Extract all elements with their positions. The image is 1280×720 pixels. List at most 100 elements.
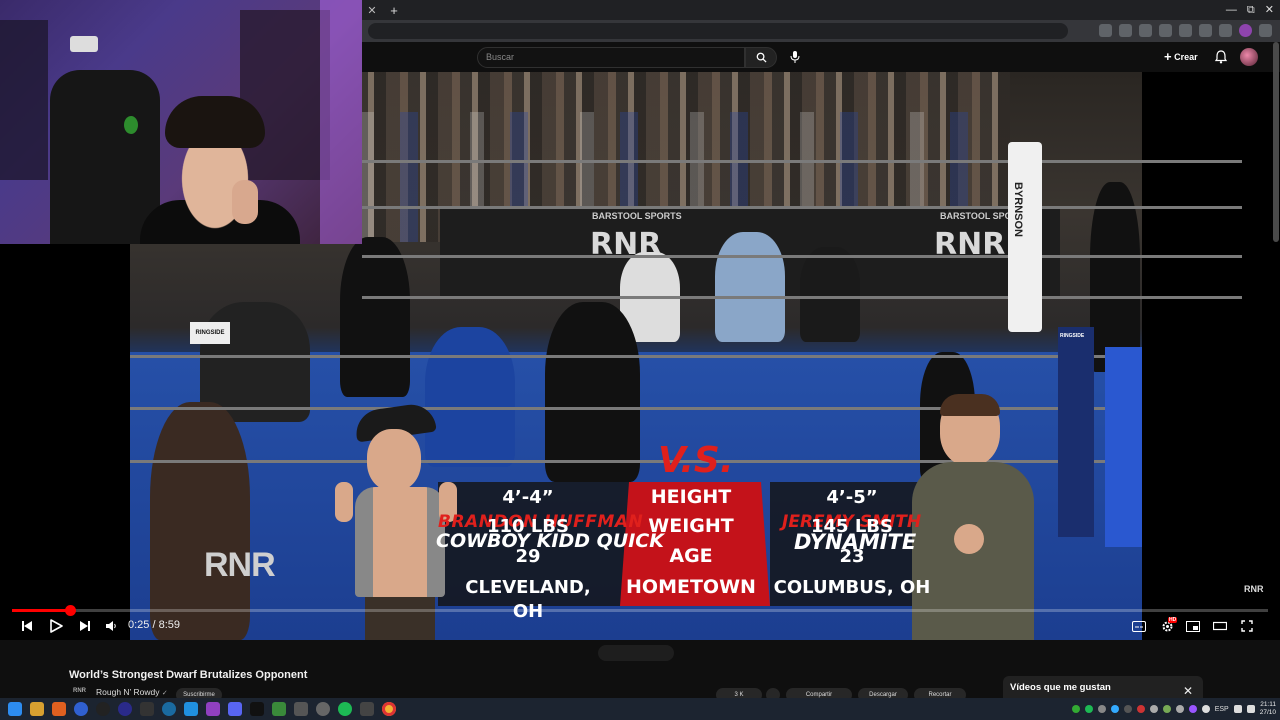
subtitles-button[interactable] [1130, 616, 1148, 636]
address-bar[interactable] [368, 23, 1068, 39]
channel-name-text: Rough N’ Rowdy [96, 687, 160, 697]
ring-rope [362, 296, 1242, 299]
verified-icon: ✓ [161, 690, 168, 697]
miniplayer-icon [1186, 620, 1200, 632]
tray-icon[interactable] [1188, 705, 1197, 713]
app-icon[interactable] [162, 702, 176, 716]
extension-icon[interactable] [1179, 24, 1192, 37]
network-icon[interactable] [1233, 705, 1242, 713]
app-icon[interactable] [206, 702, 220, 716]
taskbar-clock[interactable]: 21:11 27/10 [1260, 701, 1276, 717]
banner-brand: BARSTOOL SPORTS [592, 211, 682, 221]
miniplayer-button[interactable] [1184, 616, 1202, 636]
close-panel-button[interactable]: ✕ [1183, 685, 1193, 697]
close-tab-icon[interactable]: ✕ [364, 2, 380, 18]
tray-icon[interactable] [1123, 705, 1132, 713]
app-icon[interactable] [316, 702, 330, 716]
kebab-menu-icon[interactable] [1259, 24, 1272, 37]
account-avatar[interactable] [1240, 48, 1258, 66]
cameraman [1090, 182, 1140, 372]
voice-search-button[interactable] [788, 50, 802, 64]
channel-avatar[interactable]: RNR [73, 688, 87, 696]
search-app-icon[interactable] [52, 702, 66, 716]
windows-start-icon[interactable] [8, 702, 22, 716]
time-separator: / [149, 619, 159, 631]
right-hometown: COLUMBUS, OH [773, 577, 931, 598]
ringside-label: RINGSIDE [1060, 333, 1085, 339]
app-icon[interactable] [74, 702, 88, 716]
spotify-icon[interactable] [338, 702, 352, 716]
tray-icon[interactable] [1149, 705, 1158, 713]
app-icon[interactable] [140, 702, 154, 716]
cast-icon[interactable] [1099, 24, 1112, 37]
tray-icon[interactable] [1136, 705, 1145, 713]
app-icon[interactable] [96, 702, 110, 716]
webcam-overlay [0, 0, 362, 244]
video-title: World’s Strongest Dwarf Brutalizes Oppon… [69, 669, 308, 681]
volume-icon [106, 621, 116, 631]
page-scrollbar[interactable] [1273, 42, 1279, 242]
browser-tab-strip: ✕ + — ⧉ ✕ [362, 0, 1280, 20]
tray-icon[interactable] [1162, 705, 1171, 713]
progress-scrubber[interactable] [64, 605, 76, 616]
search-button[interactable] [745, 47, 777, 68]
extension-icon[interactable] [1219, 24, 1232, 37]
app-icon[interactable] [272, 702, 286, 716]
hd-badge: HD [1168, 617, 1178, 623]
next-button[interactable] [76, 616, 94, 636]
new-tab-button[interactable]: + [386, 2, 402, 18]
profile-icon[interactable] [1239, 24, 1252, 37]
volume-tray-icon[interactable] [1246, 705, 1255, 713]
clock-date: 27/10 [1259, 709, 1276, 716]
browser-toolbar [362, 20, 1280, 42]
tray-icon[interactable] [1071, 705, 1080, 713]
extension-icon[interactable] [1139, 24, 1152, 37]
app-icon[interactable] [294, 702, 308, 716]
folder-icon[interactable] [30, 702, 44, 716]
left-height: 4’-4” [502, 487, 554, 508]
minimize-button[interactable]: — [1226, 0, 1237, 20]
youtube-plaque [70, 36, 98, 52]
puzzle-icon[interactable] [1199, 24, 1212, 37]
play-button[interactable] [46, 616, 66, 636]
fullscreen-button[interactable] [1238, 616, 1256, 636]
tray-icon[interactable] [1084, 705, 1093, 713]
tray-icon[interactable] [1110, 705, 1119, 713]
notifications-bell-icon[interactable] [1214, 50, 1228, 64]
total-time: 8:59 [158, 619, 181, 631]
close-window-button[interactable]: ✕ [1265, 0, 1274, 20]
channel-name[interactable]: Rough N’ Rowdy ✓ [96, 687, 168, 697]
commentator [715, 232, 785, 342]
ring-rope [362, 206, 1242, 209]
create-button[interactable]: + Crear [1164, 48, 1198, 66]
theater-mode-button[interactable] [1211, 616, 1229, 636]
corner-pad-text: BYRNSON [1012, 182, 1024, 238]
chrome-icon[interactable] [382, 702, 396, 716]
channel-watermark[interactable]: RNR [1244, 584, 1264, 594]
tray-icon[interactable] [1175, 705, 1184, 713]
previous-button[interactable] [18, 616, 36, 636]
settings-button[interactable]: HD [1158, 616, 1178, 636]
app-icon[interactable] [184, 702, 198, 716]
extension-icon[interactable] [1159, 24, 1172, 37]
commentator [800, 247, 860, 342]
search-icon [756, 52, 767, 63]
language-indicator[interactable]: ESP [1215, 706, 1229, 713]
discord-icon[interactable] [228, 702, 242, 716]
maximize-button[interactable]: ⧉ [1247, 0, 1255, 20]
play-icon [49, 619, 63, 633]
volume-button[interactable] [102, 616, 120, 636]
tray-icon[interactable] [1201, 705, 1210, 713]
app-icon[interactable] [118, 702, 132, 716]
ring-rope [362, 160, 1242, 163]
theater-icon [1213, 621, 1227, 631]
shelf [0, 20, 48, 180]
app-icon[interactable] [360, 702, 374, 716]
ring-corner-post: RINGSIDE [1058, 327, 1094, 537]
bookmark-star-icon[interactable] [1119, 24, 1132, 37]
tray-icon[interactable] [1097, 705, 1106, 713]
search-input[interactable]: Buscar [477, 47, 745, 68]
video-progress-bar[interactable] [12, 605, 1268, 616]
create-label: Crear [1174, 52, 1198, 62]
tiktok-icon[interactable] [250, 702, 264, 716]
